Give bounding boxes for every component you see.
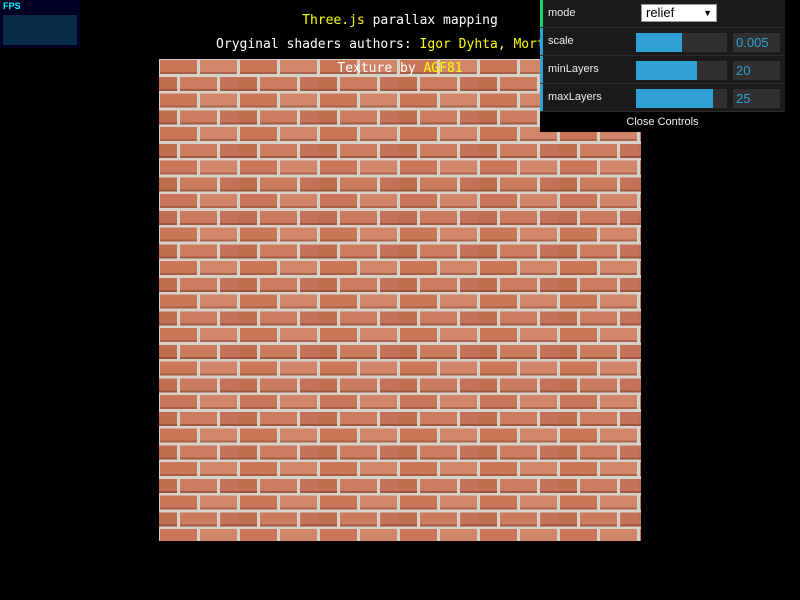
scale-stripe xyxy=(540,28,543,55)
mode-label: mode xyxy=(548,7,576,19)
minlayers-number-input[interactable]: 20 xyxy=(733,61,780,80)
info-title-text: parallax mapping xyxy=(364,13,498,28)
maxlayers-label: maxLayers xyxy=(548,91,602,103)
authors-prefix: Oryginal shaders authors: xyxy=(216,37,420,52)
threejs-link[interactable]: Three.js xyxy=(302,13,365,28)
scale-slider-fill xyxy=(636,33,682,52)
maxlayers-slider-fill xyxy=(636,89,714,108)
mode-select[interactable]: relief ▼ xyxy=(641,4,717,22)
texture-author-link[interactable]: AGF81 xyxy=(423,61,462,76)
minlayers-label: minLayers xyxy=(548,63,599,75)
scale-number-input[interactable]: 0.005 xyxy=(733,33,780,52)
mode-stripe xyxy=(540,0,543,27)
authors-separator: , xyxy=(497,37,514,52)
close-controls-button[interactable]: Close Controls xyxy=(540,112,785,132)
maxlayers-slider[interactable] xyxy=(636,89,727,108)
minlayers-slider-fill xyxy=(636,61,697,80)
author-link-igor[interactable]: Igor Dyhta xyxy=(420,37,498,52)
scale-slider[interactable] xyxy=(636,33,727,52)
maxlayers-stripe xyxy=(540,84,543,111)
controls-panel: mode relief ▼ scale 0.005 minLayers 20 m… xyxy=(540,0,785,132)
fps-label: FPS xyxy=(3,1,21,11)
mode-select-value: relief xyxy=(646,5,675,20)
minlayers-row: minLayers 20 xyxy=(540,56,785,84)
minlayers-stripe xyxy=(540,56,543,83)
texture-prefix: Texture by xyxy=(337,61,424,76)
minlayers-slider[interactable] xyxy=(636,61,727,80)
chevron-down-icon: ▼ xyxy=(703,8,712,18)
maxlayers-row: maxLayers 25 xyxy=(540,84,785,112)
maxlayers-number-input[interactable]: 25 xyxy=(733,89,780,108)
scale-label: scale xyxy=(548,35,574,47)
mode-row: mode relief ▼ xyxy=(540,0,785,28)
scale-row: scale 0.005 xyxy=(540,28,785,56)
